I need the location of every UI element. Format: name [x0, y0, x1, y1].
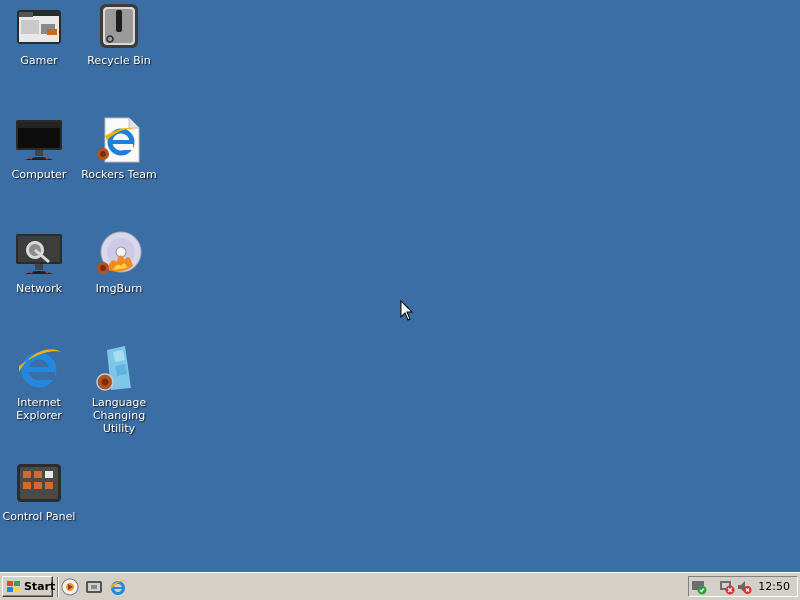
start-label: Start: [24, 580, 56, 593]
recycle-bin-icon: [95, 2, 143, 50]
control-panel-icon: [15, 458, 63, 506]
desktop-icon-rockers-team[interactable]: Rockers Team: [76, 116, 162, 181]
computer-monitor-icon: [15, 116, 63, 164]
desktop-icon-label: Computer: [11, 168, 67, 181]
desktop-icon-label: Language Changing Utility: [91, 396, 147, 435]
language-utility-icon: [95, 344, 143, 392]
network-satellite-icon: [15, 230, 63, 278]
desktop-icon-label: ImgBurn: [95, 282, 143, 295]
network-disconnected-icon[interactable]: [719, 579, 735, 595]
desktop-icon-label: Gamer: [20, 54, 58, 67]
desktop[interactable]: Gamer Recycle Bin Computer Rockers Team …: [0, 0, 800, 572]
internet-explorer-icon: [15, 344, 63, 392]
start-button[interactable]: Start: [2, 576, 56, 597]
desktop-icon-internet-explorer[interactable]: Internet Explorer: [0, 344, 82, 422]
gamer-folder-icon: [15, 2, 63, 50]
system-tray: 12:50: [688, 576, 798, 597]
windows-flag-icon: [7, 580, 21, 592]
taskbar: Start 12:50: [0, 572, 800, 600]
imgburn-disc-icon: [95, 230, 143, 278]
media-player-icon[interactable]: [61, 578, 79, 596]
desktop-icon-imgburn[interactable]: ImgBurn: [76, 230, 162, 295]
desktop-icon-language-changing-utility[interactable]: Language Changing Utility: [76, 344, 162, 435]
show-desktop-icon[interactable]: [85, 578, 103, 596]
desktop-icon-label: Recycle Bin: [87, 54, 151, 67]
taskbar-clock[interactable]: 12:50: [758, 580, 790, 593]
security-shield-icon[interactable]: [691, 579, 707, 595]
desktop-icon-gamer[interactable]: Gamer: [0, 2, 82, 67]
internet-explorer-icon[interactable]: [109, 578, 127, 596]
volume-muted-icon[interactable]: [736, 579, 752, 595]
desktop-icon-label: Internet Explorer: [16, 396, 62, 422]
desktop-icon-computer[interactable]: Computer: [0, 116, 82, 181]
mouse-cursor-icon: [400, 299, 414, 322]
desktop-icon-network[interactable]: Network: [0, 230, 82, 295]
desktop-icon-control-panel[interactable]: Control Panel: [0, 458, 82, 523]
desktop-icon-recycle-bin[interactable]: Recycle Bin: [76, 2, 162, 67]
desktop-icon-label: Network: [16, 282, 62, 295]
desktop-icon-label: Rockers Team: [81, 168, 157, 181]
quick-launch-separator: [57, 577, 59, 597]
desktop-icon-label: Control Panel: [2, 510, 76, 523]
ie-document-icon: [95, 116, 143, 164]
